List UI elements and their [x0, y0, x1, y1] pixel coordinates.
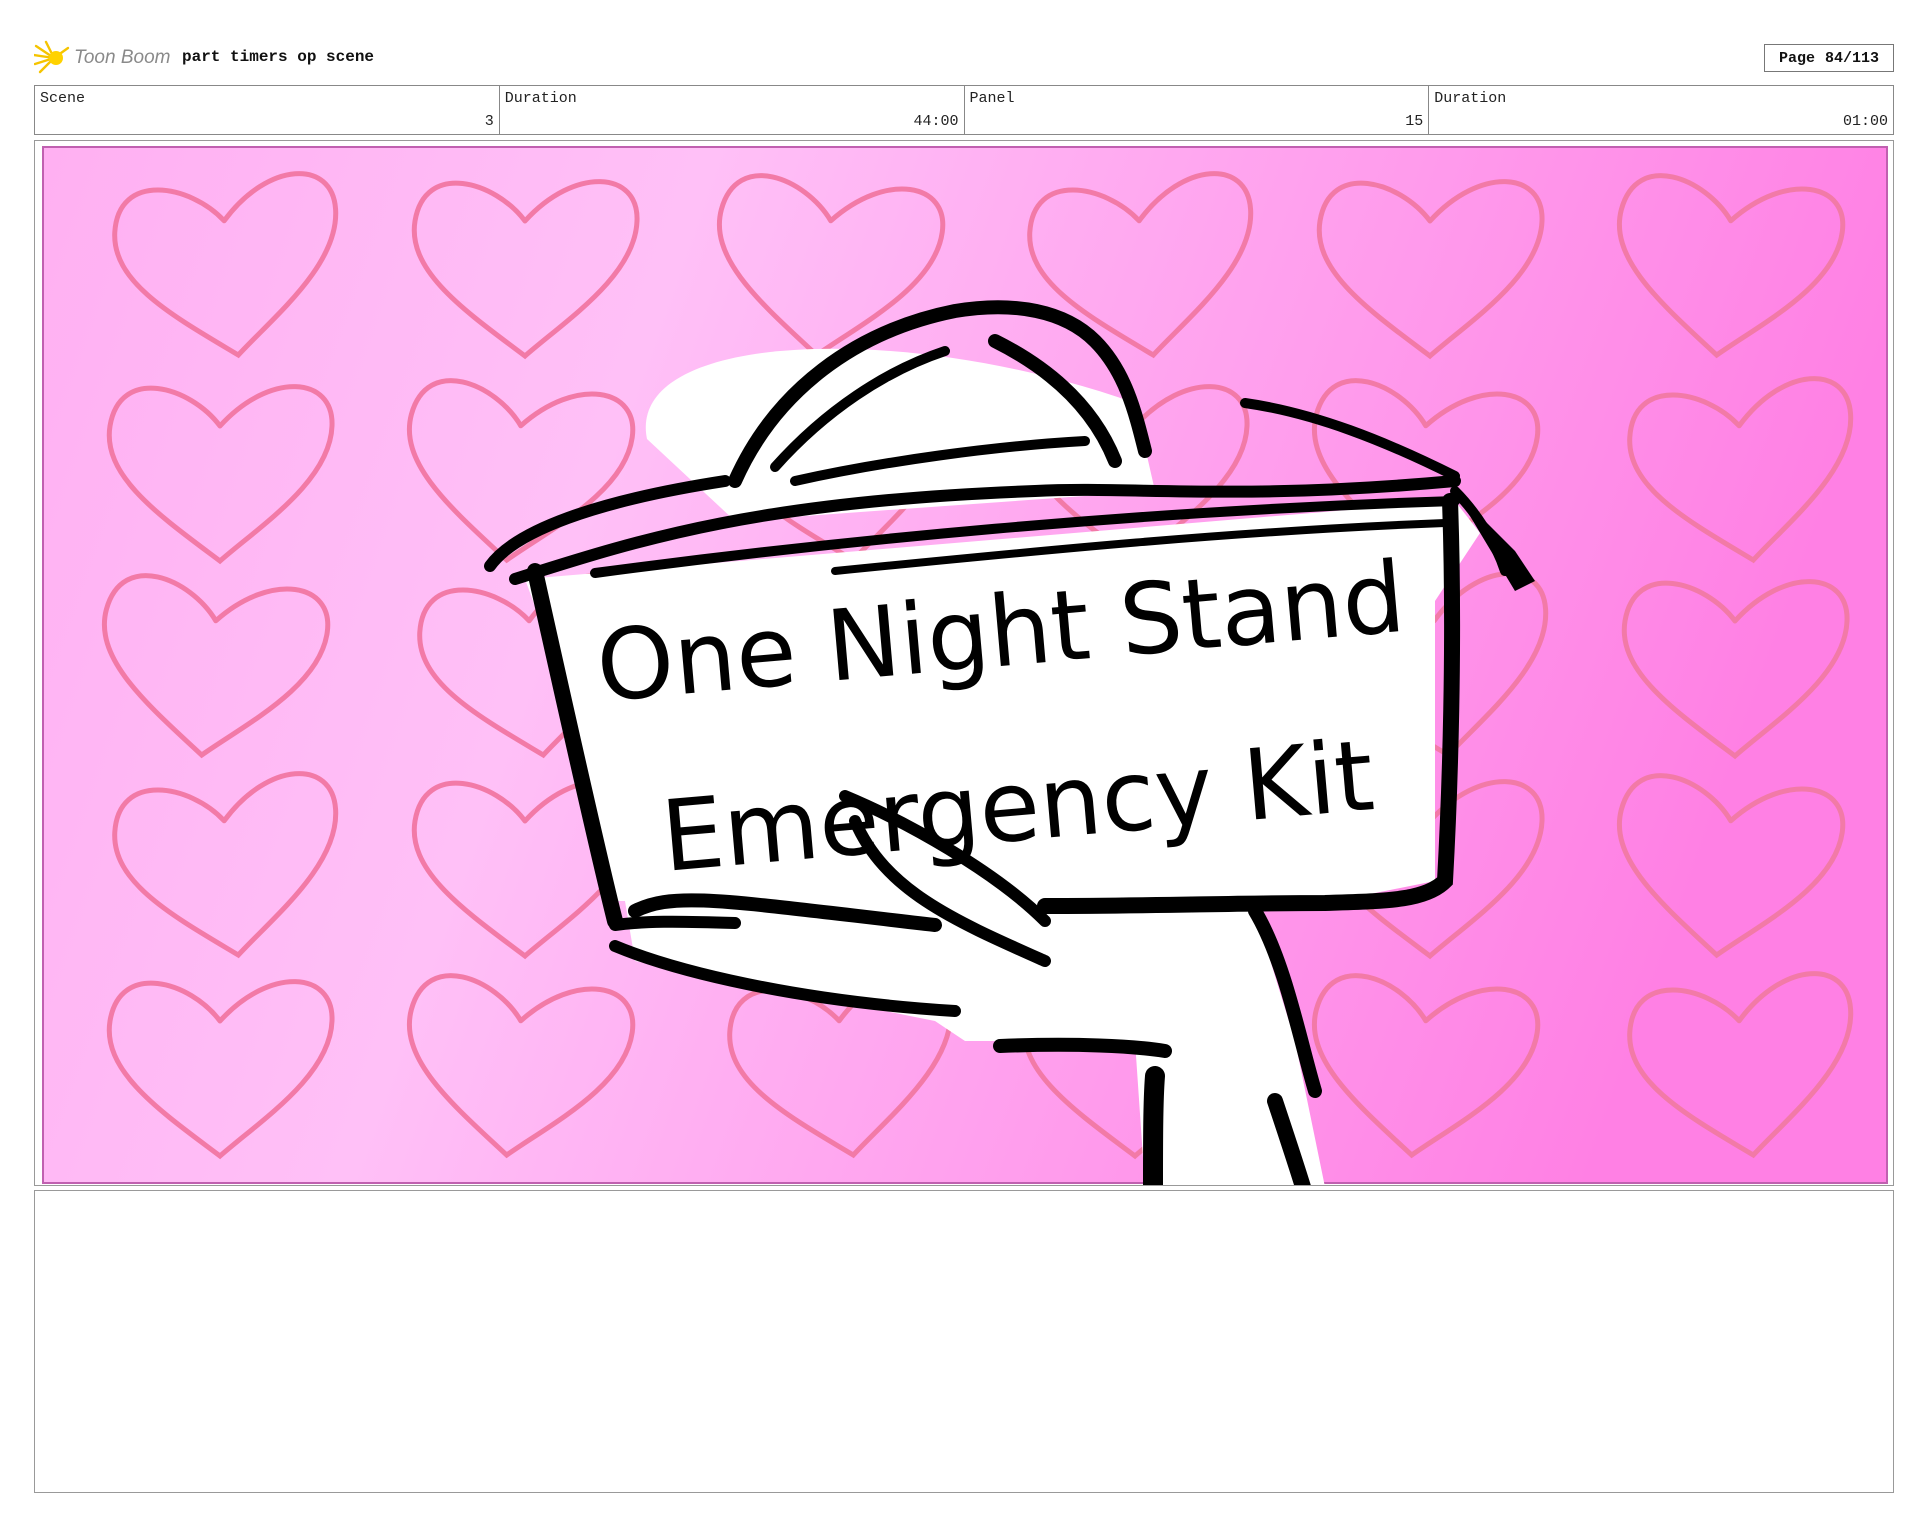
scene-value: 3	[484, 113, 494, 130]
toon-boom-logo-icon	[34, 40, 70, 74]
panel-cell: Panel 15	[965, 86, 1430, 134]
notes-area	[34, 1190, 1894, 1493]
page-label: Page	[1778, 49, 1815, 67]
page-header: Toon Boom part timers op scene Page 84/1…	[34, 38, 1894, 78]
panel-duration-label: Duration	[1434, 90, 1507, 107]
panel-duration-cell: Duration 01:00	[1429, 86, 1893, 134]
panel-label: Panel	[969, 90, 1015, 107]
scene-duration-label: Duration	[504, 90, 577, 107]
project-title: part timers op scene	[182, 48, 375, 66]
scene-duration-cell: Duration 44:00	[500, 86, 965, 134]
storyboard-panel-frame: One Night Stand Emergency Kit	[34, 140, 1894, 1186]
scene-label: Scene	[40, 90, 86, 107]
scene-cell: Scene 3	[35, 86, 500, 134]
scene-info-table: Scene 3 Duration 44:00 Panel 15 Duration…	[34, 85, 1894, 135]
page-indicator: Page 84/113	[1764, 44, 1894, 72]
panel-duration-value: 01:00	[1842, 113, 1888, 130]
panel-value: 15	[1405, 113, 1424, 130]
page-number: 84/113	[1825, 49, 1880, 67]
panel-drawing: One Night Stand Emergency Kit	[42, 146, 1888, 1185]
scene-duration-value: 44:00	[913, 113, 959, 130]
brand-name: Toon Boom	[74, 47, 171, 68]
